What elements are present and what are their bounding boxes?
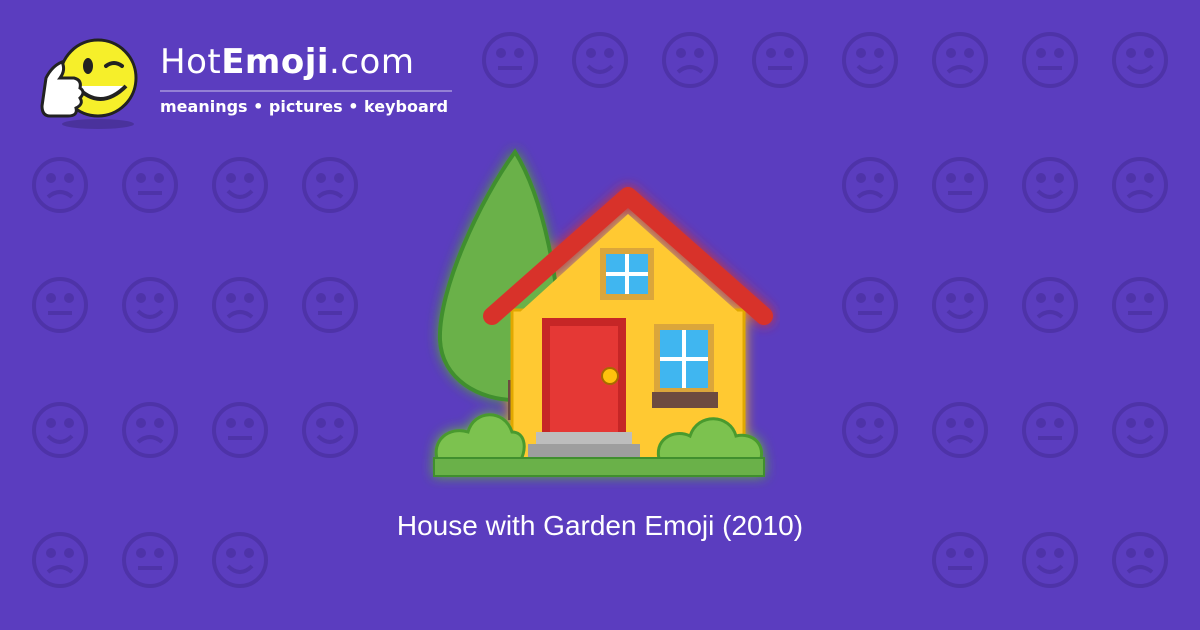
- pattern-emoji-icon: [1022, 277, 1078, 333]
- pattern-emoji-icon: [212, 277, 268, 333]
- pattern-emoji-icon: [842, 402, 898, 458]
- pattern-emoji-icon: [302, 402, 358, 458]
- pattern-emoji-icon: [32, 277, 88, 333]
- pattern-emoji-icon: [1112, 32, 1168, 88]
- pattern-emoji-icon: [212, 157, 268, 213]
- pattern-emoji-icon: [662, 32, 718, 88]
- pattern-emoji-icon: [32, 402, 88, 458]
- pattern-emoji-icon: [752, 32, 808, 88]
- pattern-emoji-icon: [122, 277, 178, 333]
- pattern-emoji-icon: [1112, 277, 1168, 333]
- site-name: HotEmoji.com: [160, 42, 415, 82]
- pattern-emoji-icon: [302, 157, 358, 213]
- pattern-emoji-icon: [842, 157, 898, 213]
- site-logo[interactable]: HotEmoji.com meanings • pictures • keybo…: [36, 32, 466, 132]
- pattern-emoji-icon: [842, 32, 898, 88]
- pattern-emoji-icon: [1022, 402, 1078, 458]
- pattern-emoji-icon: [32, 157, 88, 213]
- pattern-emoji-icon: [482, 32, 538, 88]
- pattern-emoji-icon: [842, 277, 898, 333]
- emoji-caption: House with Garden Emoji (2010): [396, 510, 804, 541]
- pattern-emoji-icon: [932, 157, 988, 213]
- pattern-emoji-icon: [1112, 402, 1168, 458]
- site-tagline: meanings • pictures • keyboard: [160, 97, 449, 116]
- pattern-emoji-icon: [1022, 32, 1078, 88]
- pattern-emoji-icon: [932, 277, 988, 333]
- thumbs-up-smiley-icon: [40, 38, 138, 129]
- pattern-emoji-icon: [212, 402, 268, 458]
- pattern-emoji-icon: [932, 32, 988, 88]
- pattern-emoji-icon: [122, 402, 178, 458]
- pattern-emoji-icon: [572, 32, 628, 88]
- pattern-emoji-icon: [1112, 157, 1168, 213]
- pattern-emoji-icon: [302, 277, 358, 333]
- house-with-garden-icon: [433, 148, 773, 477]
- pattern-emoji-icon: [122, 157, 178, 213]
- logo-divider: [160, 90, 452, 92]
- pattern-emoji-icon: [1022, 157, 1078, 213]
- pattern-emoji-icon: [932, 402, 988, 458]
